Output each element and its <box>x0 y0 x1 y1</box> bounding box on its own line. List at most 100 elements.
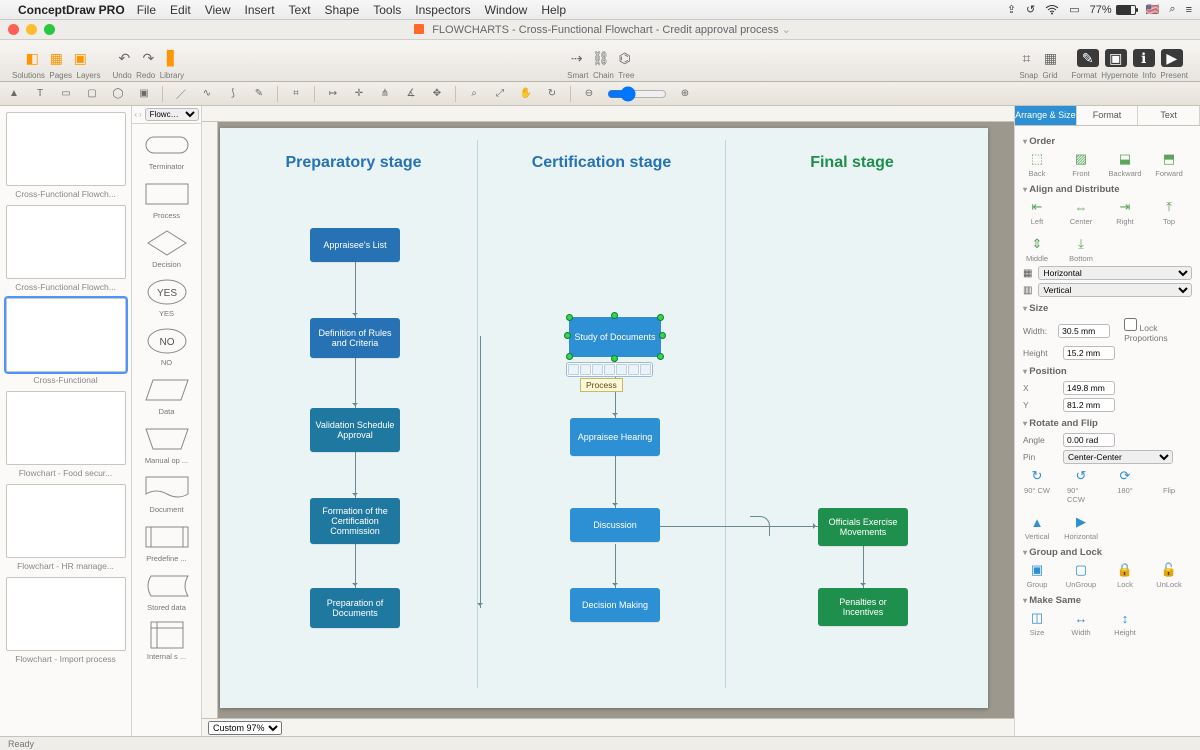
menu-edit[interactable]: Edit <box>170 3 191 17</box>
format-button[interactable]: ✎ <box>1077 49 1099 67</box>
shape-data[interactable]: Data <box>132 369 201 418</box>
makesame-height[interactable]: ↕Height <box>1111 610 1139 637</box>
node-definition-rules[interactable]: Definition of Rules and Criteria <box>310 318 400 358</box>
snap-button[interactable]: ⌗ <box>1017 49 1035 67</box>
node-appraisees-list[interactable]: Appraisee's List <box>310 228 400 262</box>
shape-stored-data[interactable]: Stored data <box>132 565 201 614</box>
present-button[interactable]: ▶ <box>1161 49 1183 67</box>
window-minimize-button[interactable] <box>26 24 37 35</box>
menu-file[interactable]: File <box>137 3 156 17</box>
library-button[interactable]: ▋ <box>163 49 181 67</box>
group-button[interactable]: ▣Group <box>1023 562 1051 589</box>
shape-terminator[interactable]: Terminator <box>132 124 201 173</box>
roundrect-tool-icon[interactable]: ▢ <box>84 86 100 102</box>
chain-button[interactable]: ⛓ <box>592 49 610 67</box>
action-item[interactable] <box>580 364 591 375</box>
thumb-item[interactable]: Flowchart - Import process <box>6 577 126 664</box>
lock-button[interactable]: 🔒Lock <box>1111 562 1139 589</box>
rotate-tool-icon[interactable]: ↻ <box>544 86 560 102</box>
resize-handle[interactable] <box>566 353 573 360</box>
rect-tool-icon[interactable]: ▭ <box>58 86 74 102</box>
ruler-vertical[interactable] <box>202 122 218 718</box>
action-item[interactable] <box>628 364 639 375</box>
order-back[interactable]: ⬚Back <box>1023 151 1051 178</box>
action-item[interactable] <box>568 364 579 375</box>
zoom-select[interactable]: Custom 97% <box>208 721 282 735</box>
tab-format[interactable]: Format <box>1077 106 1139 125</box>
resize-handle[interactable] <box>566 314 573 321</box>
document-title[interactable]: FLOWCHARTS - Cross-Functional Flowchart … <box>62 23 1142 36</box>
pen-tool-icon[interactable]: ✎ <box>251 86 267 102</box>
shape-internal-storage[interactable]: Internal s ... <box>132 614 201 663</box>
connector-tool-icon[interactable]: ↦ <box>325 86 341 102</box>
status-spotlight-icon[interactable]: ⌕ <box>1169 3 1175 16</box>
unlock-button[interactable]: 🔓UnLock <box>1155 562 1183 589</box>
measure-tool-icon[interactable]: ∡ <box>403 86 419 102</box>
edit-points-icon[interactable]: ✛ <box>351 86 367 102</box>
library-selector[interactable]: Flowc… <box>145 108 199 121</box>
connector[interactable] <box>480 336 481 608</box>
distribute-vertical[interactable]: Vertical <box>1038 283 1192 297</box>
redo-button[interactable]: ↷ <box>139 49 157 67</box>
arc-tool-icon[interactable]: ⟆ <box>225 86 241 102</box>
action-item[interactable] <box>640 364 651 375</box>
connector[interactable] <box>863 546 864 588</box>
action-item[interactable] <box>616 364 627 375</box>
nav-fwd-icon[interactable]: › <box>139 110 142 119</box>
align-left[interactable]: ⇤Left <box>1023 199 1051 226</box>
menu-inspectors[interactable]: Inspectors <box>415 3 470 17</box>
shape-action-bar[interactable] <box>566 362 653 377</box>
rotate-90cw[interactable]: ↻90° CW <box>1023 468 1051 504</box>
menu-shape[interactable]: Shape <box>325 3 360 17</box>
node-decision-making[interactable]: Decision Making <box>570 588 660 622</box>
text-tool-icon[interactable]: T <box>32 86 48 102</box>
hand-tool-icon[interactable]: ✋ <box>518 86 534 102</box>
grid-button[interactable]: ▦ <box>1041 49 1059 67</box>
info-button[interactable]: ℹ <box>1133 49 1155 67</box>
zoom-tool-icon[interactable]: ⌕ <box>466 86 482 102</box>
status-flag-icon[interactable]: 🇺🇸 <box>1146 3 1160 16</box>
align-right[interactable]: ⇥Right <box>1111 199 1139 226</box>
shape-no[interactable]: NONO <box>132 320 201 369</box>
drag-tool-icon[interactable]: ✥ <box>429 86 445 102</box>
node-officials-exercise[interactable]: Officials Exercise Movements <box>818 508 908 546</box>
lock-proportions[interactable] <box>1124 318 1137 331</box>
hypernote-button[interactable]: ▣ <box>1105 49 1127 67</box>
menu-text[interactable]: Text <box>289 3 311 17</box>
zoom-slider[interactable] <box>607 86 667 102</box>
crop-tool-icon[interactable]: ⌗ <box>288 86 304 102</box>
node-appraisee-hearing[interactable]: Appraisee Hearing <box>570 418 660 456</box>
line-tool-icon[interactable]: ／ <box>173 86 189 102</box>
zoom-out-icon[interactable]: ⊖ <box>581 86 597 102</box>
connector[interactable] <box>355 262 356 318</box>
status-battery[interactable]: 77% <box>1090 4 1136 16</box>
menu-insert[interactable]: Insert <box>245 3 275 17</box>
app-name[interactable]: ConceptDraw PRO <box>18 3 125 17</box>
connector[interactable] <box>355 452 356 498</box>
thumb-item[interactable]: Cross-Functional <box>6 298 126 385</box>
action-item[interactable] <box>604 364 615 375</box>
makesame-width[interactable]: ↔Width <box>1067 610 1095 637</box>
menu-view[interactable]: View <box>205 3 231 17</box>
status-sync-icon[interactable]: ↺ <box>1026 3 1035 16</box>
connector[interactable] <box>660 526 818 527</box>
flip-vertical[interactable]: ▲Vertical <box>1023 514 1051 541</box>
rotate-180[interactable]: ⟳180° <box>1111 468 1139 504</box>
ungroup-button[interactable]: ▢UnGroup <box>1067 562 1095 589</box>
tab-text[interactable]: Text <box>1138 106 1200 125</box>
node-preparation-documents[interactable]: Preparation of Documents <box>310 588 400 628</box>
window-maximize-button[interactable] <box>44 24 55 35</box>
order-backward[interactable]: ⬓Backward <box>1111 151 1139 178</box>
drawing-page[interactable]: Preparatory stage Certification stage Fi… <box>220 128 988 708</box>
zoom-in-icon[interactable]: ⊕ <box>677 86 693 102</box>
align-bottom[interactable]: ⤓Bottom <box>1067 236 1095 263</box>
menu-window[interactable]: Window <box>485 3 528 17</box>
resize-handle[interactable] <box>611 355 618 362</box>
node-formation-commission[interactable]: Formation of the Certification Commissio… <box>310 498 400 544</box>
shape-process[interactable]: Process <box>132 173 201 222</box>
shape-yes[interactable]: YESYES <box>132 271 201 320</box>
status-wifi-icon[interactable] <box>1045 5 1059 15</box>
action-item[interactable] <box>592 364 603 375</box>
thumb-item[interactable]: Cross-Functional Flowch... <box>6 205 126 292</box>
menu-help[interactable]: Help <box>541 3 566 17</box>
